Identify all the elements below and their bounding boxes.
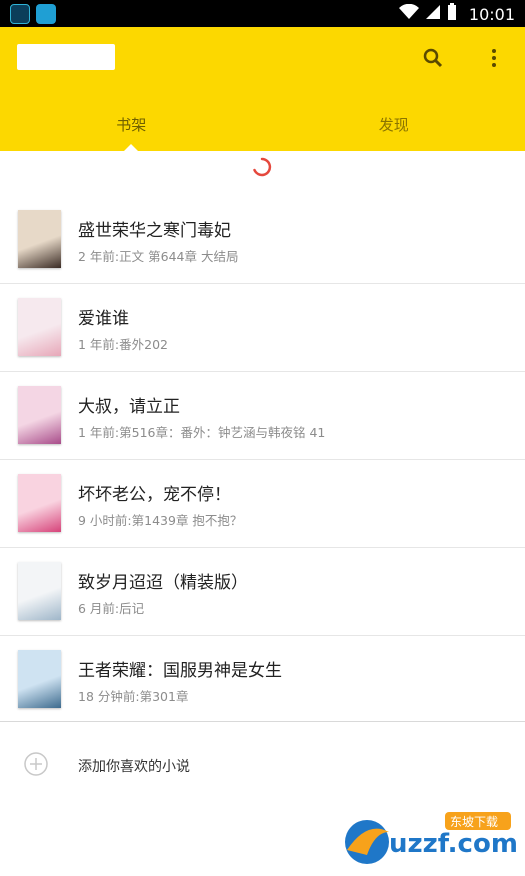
system-status: 10:01 (398, 3, 515, 25)
app-bar: 书架 发现 (0, 27, 525, 152)
browser-notification-icon (36, 4, 56, 24)
clock: 10:01 (468, 4, 515, 24)
signal-icon (425, 4, 441, 24)
book-item[interactable]: 坏坏老公，宠不停！ 9 小时前:第1439章 抱不抱？ (0, 460, 525, 548)
search-icon[interactable] (418, 43, 448, 73)
book-cover (18, 210, 61, 268)
book-update-info: 1 年前:第516章：番外：钟艺涵与韩夜铭 41 (78, 425, 326, 440)
book-item[interactable]: 王者荣耀：国服男神是女生 18 分钟前:第301章 (0, 636, 525, 723)
battery-icon (447, 3, 457, 25)
tab-bar: 书架 发现 (0, 97, 525, 152)
book-item[interactable]: 致岁月迢迢（精装版） 6 月前:后记 (0, 548, 525, 636)
book-cover (18, 474, 61, 532)
add-circle-icon (24, 752, 48, 776)
notification-icons (10, 4, 56, 24)
book-update-info: 18 分钟前:第301章 (78, 689, 189, 704)
more-vert-icon[interactable] (479, 43, 509, 73)
book-update-info: 9 小时前:第1439章 抱不抱？ (78, 513, 243, 528)
active-tab-indicator (123, 144, 140, 152)
book-cover (18, 562, 61, 620)
status-bar: 10:01 (0, 0, 525, 27)
book-cover (18, 386, 61, 444)
book-title: 坏坏老公，宠不停！ (78, 485, 231, 505)
book-cover (18, 298, 61, 356)
watermark-logo: uzzf.com 东坡下载 (337, 810, 518, 870)
book-title: 致岁月迢迢（精装版） (78, 573, 248, 593)
loading-spinner-icon (252, 157, 272, 177)
wifi-icon (398, 3, 419, 24)
tab-bookshelf[interactable]: 书架 (0, 97, 263, 152)
tab-discover[interactable]: 发现 (263, 97, 525, 151)
book-title: 盛世荣华之寒门毒妃 (78, 221, 231, 241)
book-item[interactable]: 爱谁谁 1 年前:番外202 (0, 284, 525, 372)
book-update-info: 1 年前:番外202 (78, 337, 168, 352)
book-update-info: 2 年前:正文 第644章 大结局 (78, 249, 239, 264)
app-notification-icon (10, 4, 30, 24)
add-book-button[interactable]: 添加你喜欢的小说 (0, 721, 525, 810)
svg-text:东坡下载: 东坡下载 (450, 815, 498, 829)
book-item[interactable]: 盛世荣华之寒门毒妃 2 年前:正文 第644章 大结局 (0, 196, 525, 284)
tab-label: 书架 (116, 115, 147, 134)
tab-label: 发现 (378, 115, 409, 134)
app-title-placeholder (17, 44, 115, 70)
add-book-label: 添加你喜欢的小说 (78, 759, 190, 775)
book-update-info: 6 月前:后记 (78, 601, 145, 616)
book-title: 大叔，请立正 (78, 397, 180, 417)
book-title: 王者荣耀：国服男神是女生 (78, 661, 282, 681)
book-cover (18, 650, 61, 708)
book-item[interactable]: 大叔，请立正 1 年前:第516章：番外：钟艺涵与韩夜铭 41 (0, 372, 525, 460)
svg-text:uzzf.com: uzzf.com (389, 829, 517, 859)
book-title: 爱谁谁 (78, 309, 129, 329)
bookshelf-list: 盛世荣华之寒门毒妃 2 年前:正文 第644章 大结局 爱谁谁 1 年前:番外2… (0, 196, 525, 723)
